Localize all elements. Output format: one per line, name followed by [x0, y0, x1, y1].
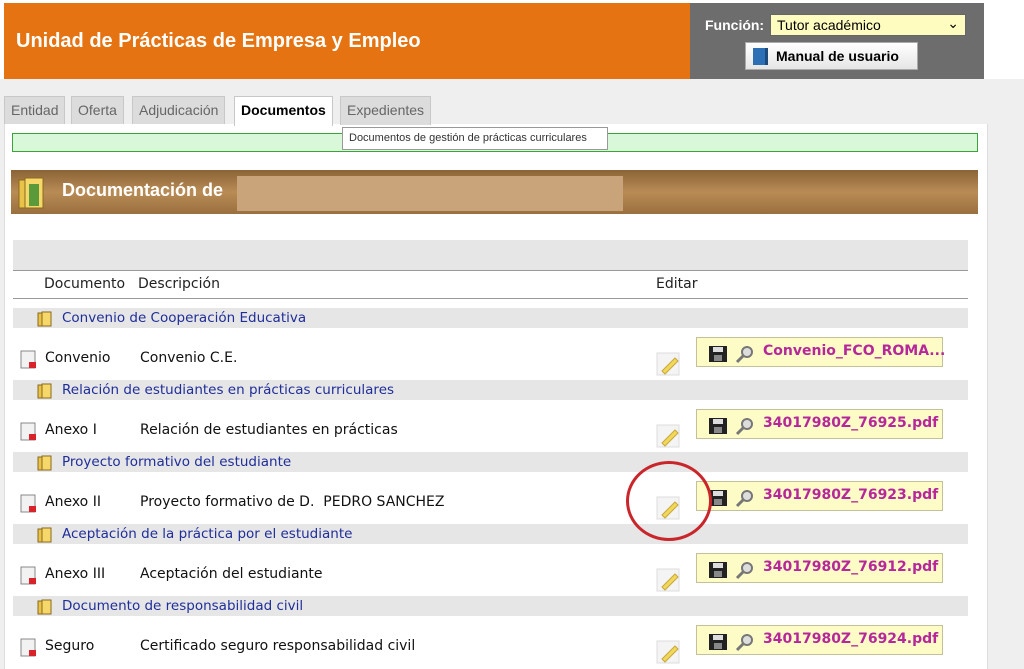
save-disk-icon[interactable] — [708, 561, 728, 579]
file-box: 34017980Z_76923.pdf — [696, 481, 943, 511]
file-box: 34017980Z_76925.pdf — [696, 409, 943, 439]
user-manual-label: Manual de usuario — [776, 48, 899, 64]
file-box: 34017980Z_76924.pdf — [696, 625, 943, 655]
folder-icon — [37, 599, 52, 615]
table-row: Anexo III Aceptación del estudiante 3401… — [13, 550, 968, 592]
section-header: Relación de estudiantes en prácticas cur… — [13, 380, 968, 400]
document-icon — [20, 350, 36, 369]
section-title: Documento de responsabilidad civil — [62, 598, 304, 614]
book-icon — [753, 48, 768, 65]
edit-pencil-icon[interactable] — [656, 422, 682, 448]
file-link[interactable]: 34017980Z_76923.pdf — [763, 487, 938, 503]
folder-icon — [37, 383, 52, 399]
column-header-edit: Editar — [656, 276, 698, 292]
document-name: Anexo III — [45, 566, 106, 582]
documentation-header: Documentación de — [11, 170, 978, 214]
function-label: Función: — [705, 17, 765, 33]
document-description: Certificado seguro responsabilidad civil — [140, 638, 416, 654]
redacted-name-block — [237, 176, 623, 211]
highlight-circle-annotation — [626, 461, 712, 541]
document-name: Seguro — [45, 638, 95, 654]
document-name: Anexo I — [45, 422, 97, 438]
table-row: Anexo II Proyecto formativo de D. PEDRO … — [13, 478, 968, 520]
folder-icon — [37, 311, 52, 327]
file-link[interactable]: 34017980Z_76925.pdf — [763, 415, 938, 431]
section-title: Relación de estudiantes en prácticas cur… — [62, 382, 395, 398]
view-magnifier-icon[interactable] — [735, 560, 755, 580]
document-name: Anexo II — [45, 494, 101, 510]
document-icon — [20, 422, 36, 441]
function-select-value: Tutor académico — [777, 17, 881, 33]
tab-expedientes[interactable]: Expedientes — [340, 96, 432, 125]
file-link[interactable]: 34017980Z_76924.pdf — [763, 631, 938, 647]
document-description: Aceptación del estudiante — [140, 566, 323, 582]
table-toolbar — [13, 240, 968, 271]
column-header-document: Documento — [44, 276, 126, 292]
table-row: Seguro Certificado seguro responsabilida… — [13, 622, 968, 664]
file-link[interactable]: Convenio_FCO_ROMA... — [763, 343, 945, 359]
section-title: Proyecto formativo del estudiante — [62, 454, 292, 470]
app-title: Unidad de Prácticas de Empresa y Empleo — [16, 30, 421, 52]
table-row: Anexo I Relación de estudiantes en práct… — [13, 406, 968, 448]
tab-entidad[interactable]: Entidad — [4, 96, 66, 125]
view-magnifier-icon[interactable] — [735, 344, 755, 364]
document-icon — [20, 638, 36, 657]
tab-tooltip: Documentos de gestión de prácticas curri… — [342, 127, 608, 150]
save-disk-icon[interactable] — [708, 633, 728, 651]
section-header: Aceptación de la práctica por el estudia… — [13, 524, 968, 544]
folder-icon — [18, 177, 44, 209]
section-header: Proyecto formativo del estudiante — [13, 452, 968, 472]
chevron-down-icon: ⌄ — [947, 15, 959, 31]
view-magnifier-icon[interactable] — [735, 488, 755, 508]
tab-documentos[interactable]: Documentos — [234, 96, 333, 126]
section-header: Convenio de Cooperación Educativa — [13, 308, 968, 328]
folder-icon — [37, 527, 52, 543]
section-header: Documento de responsabilidad civil — [13, 596, 968, 616]
edit-pencil-icon[interactable] — [656, 638, 682, 664]
view-magnifier-icon[interactable] — [735, 632, 755, 652]
document-icon — [20, 494, 36, 513]
document-description: Proyecto formativo de D. PEDRO SANCHEZ — [140, 494, 445, 510]
save-disk-icon[interactable] — [708, 417, 728, 435]
table-row: Convenio Convenio C.E. Convenio_FCO_ROMA… — [13, 334, 968, 376]
function-select[interactable]: Tutor académico ⌄ — [770, 14, 966, 36]
file-box: 34017980Z_76912.pdf — [696, 553, 943, 583]
document-icon — [20, 566, 36, 585]
section-title: Aceptación de la práctica por el estudia… — [62, 526, 353, 542]
tab-adjudicacion[interactable]: Adjudicación — [132, 96, 226, 125]
document-description: Convenio C.E. — [140, 350, 238, 366]
brand-banner: Unidad de Prácticas de Empresa y Empleo — [4, 3, 690, 79]
document-description: Relación de estudiantes en prácticas — [140, 422, 398, 438]
view-magnifier-icon[interactable] — [735, 416, 755, 436]
file-box: Convenio_FCO_ROMA... — [696, 337, 945, 367]
header-divider — [13, 298, 968, 299]
function-panel: Función: Tutor académico ⌄ Manual de usu… — [690, 3, 984, 79]
file-link[interactable]: 34017980Z_76912.pdf — [763, 559, 938, 575]
app-header: Unidad de Prácticas de Empresa y Empleo … — [0, 0, 984, 79]
column-header-description: Descripción — [138, 276, 220, 292]
tab-oferta[interactable]: Oferta — [71, 96, 124, 125]
section-title: Convenio de Cooperación Educativa — [62, 310, 307, 326]
edit-pencil-icon[interactable] — [656, 566, 682, 592]
documentation-title: Documentación de — [62, 180, 224, 200]
document-name: Convenio — [45, 350, 111, 366]
edit-pencil-icon[interactable] — [656, 350, 682, 376]
folder-icon — [37, 455, 52, 471]
save-disk-icon[interactable] — [708, 345, 728, 363]
user-manual-button[interactable]: Manual de usuario — [745, 42, 918, 70]
